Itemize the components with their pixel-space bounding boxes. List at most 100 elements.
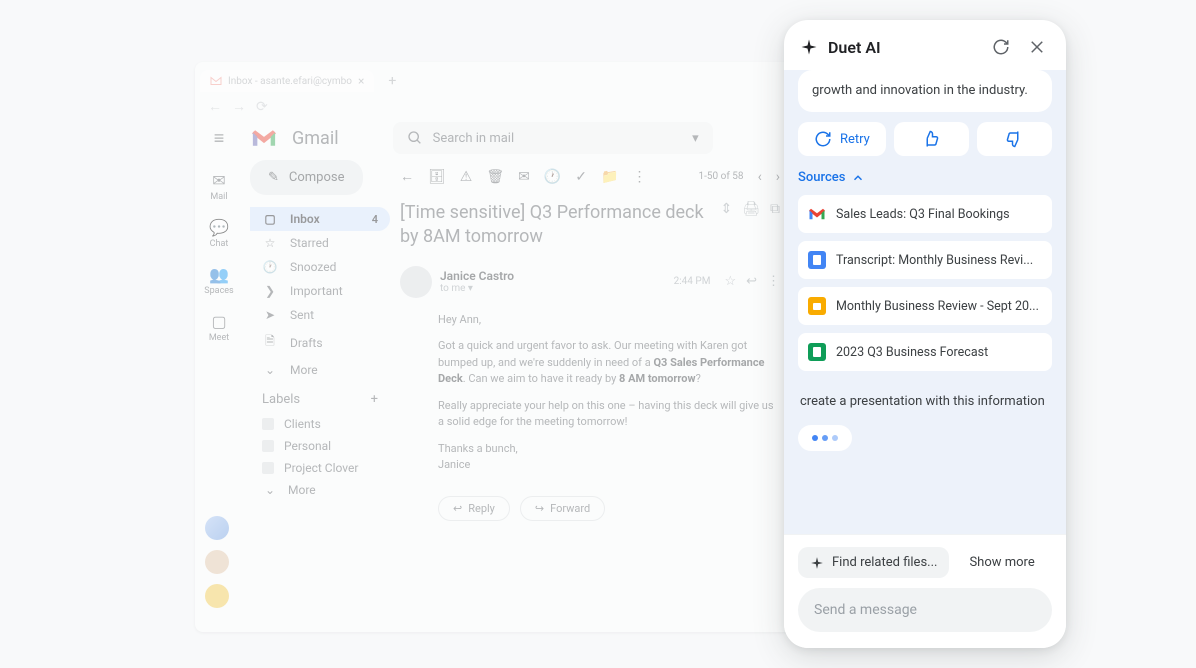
rail-chat[interactable]: 💬 Chat	[195, 212, 243, 255]
sources-list: Sales Leads: Q3 Final Bookings Transcrip…	[798, 195, 1052, 371]
expand-icon[interactable]: ⇕	[720, 201, 732, 217]
app-rail: ≡ ✉ Mail 💬 Chat 👥 Spaces ▢ Meet	[195, 120, 243, 349]
user-message: create a presentation with this informat…	[798, 387, 1052, 425]
sparkle-icon	[810, 556, 824, 570]
spaces-icon: 👥	[209, 265, 229, 284]
clock-icon[interactable]: 🕐	[544, 169, 561, 185]
nav-drafts[interactable]: 🗎 Drafts	[250, 327, 390, 358]
email-body: Hey Ann, Got a quick and urgent favor to…	[400, 304, 780, 474]
nav-starred[interactable]: ☆ Starred	[250, 231, 390, 255]
suggestion-chip[interactable]: Find related files...	[798, 547, 949, 578]
unread-icon[interactable]: ✉	[518, 169, 530, 185]
sent-icon: ➤	[262, 308, 278, 322]
avatar[interactable]	[205, 516, 229, 540]
typing-dot	[812, 435, 818, 441]
star-icon[interactable]: ☆	[724, 274, 736, 289]
slides-icon	[808, 297, 826, 315]
rail-meet[interactable]: ▢ Meet	[195, 306, 243, 349]
label-item[interactable]: Clients	[250, 413, 390, 435]
response-actions: Retry	[798, 122, 1052, 156]
chevron-down-icon: ⌄	[262, 483, 278, 497]
search-options-icon[interactable]: ▾	[692, 131, 699, 146]
add-label-icon[interactable]: +	[371, 392, 378, 407]
nav-inbox[interactable]: ▢ Inbox 4	[250, 207, 390, 231]
inbox-icon: ▢	[262, 212, 278, 226]
label-more[interactable]: ⌄More	[250, 479, 390, 501]
delete-icon[interactable]: 🗑	[486, 169, 504, 185]
label-item[interactable]: Personal	[250, 435, 390, 457]
close-button[interactable]	[1024, 34, 1050, 60]
chat-icon: 💬	[209, 218, 229, 237]
rail-spaces[interactable]: 👥 Spaces	[195, 259, 243, 302]
snooze-icon: 🕐	[262, 260, 278, 274]
typing-indicator	[798, 425, 852, 451]
sheets-icon	[808, 343, 826, 361]
sources-toggle[interactable]: Sources	[798, 170, 1052, 185]
reply-button[interactable]: ↩Reply	[438, 496, 510, 521]
source-item-slides[interactable]: Monthly Business Review - Sept 20...	[798, 287, 1052, 325]
report-icon[interactable]: ⚠	[460, 169, 473, 185]
rail-mail[interactable]: ✉ Mail	[195, 165, 243, 208]
reply-icon: ↩	[453, 502, 462, 515]
label-item[interactable]: Project Clover	[250, 457, 390, 479]
task-icon[interactable]: ✓	[575, 169, 587, 185]
star-icon: ☆	[262, 236, 278, 250]
hamburger-icon[interactable]: ≡	[214, 128, 225, 149]
email-meta: Janice Castro to me ▾ 2:44 PM ☆ ↩ ⋮	[400, 260, 780, 304]
labels-header: Labels +	[250, 382, 390, 413]
more-icon[interactable]: ⋮	[767, 274, 780, 289]
nav-sent[interactable]: ➤ Sent	[250, 303, 390, 327]
forward-button[interactable]: ↪Forward	[520, 496, 605, 521]
sender-name: Janice Castro	[440, 269, 514, 283]
source-item-gmail[interactable]: Sales Leads: Q3 Final Bookings	[798, 195, 1052, 233]
gmail-header: Gmail Search in mail ▾	[250, 122, 713, 154]
back-icon[interactable]: ←	[400, 168, 414, 185]
refresh-button[interactable]	[988, 34, 1014, 60]
important-icon: ❯	[262, 284, 278, 298]
label-swatch	[262, 462, 274, 474]
show-more-chip[interactable]: Show more	[957, 547, 1046, 578]
duet-header: Duet AI	[784, 20, 1066, 70]
message-placeholder: Send a message	[814, 602, 917, 618]
gmail-icon	[808, 205, 826, 223]
gmail-logo-icon	[250, 128, 278, 148]
next-icon[interactable]: ›	[776, 169, 780, 185]
thumbs-down-button[interactable]	[977, 122, 1052, 156]
nav-snoozed[interactable]: 🕐 Snoozed	[250, 255, 390, 279]
refresh-icon	[814, 130, 832, 148]
mail-toolbar: ← 🗄 ⚠ 🗑 ✉ 🕐 ✓ 📁 ⋮ 1-50 of 58 ‹ ›	[400, 162, 780, 197]
source-item-docs[interactable]: Transcript: Monthly Business Revi...	[798, 241, 1052, 279]
reply-row: ↩Reply ↪Forward	[400, 484, 780, 521]
archive-icon[interactable]: 🗄	[428, 169, 446, 185]
sender-to[interactable]: to me ▾	[440, 283, 514, 294]
reply-icon[interactable]: ↩	[746, 274, 757, 289]
ai-response: growth and innovation in the industry.	[798, 70, 1052, 112]
chevron-up-icon	[851, 171, 865, 185]
message-input[interactable]: Send a message	[798, 588, 1052, 632]
prev-icon[interactable]: ‹	[758, 169, 762, 185]
compose-icon: ✎	[268, 170, 279, 185]
nav-important[interactable]: ❯ Important	[250, 279, 390, 303]
avatar[interactable]	[205, 550, 229, 574]
duet-title: Duet AI	[828, 38, 978, 57]
typing-dot	[832, 435, 838, 441]
thumbs-up-button[interactable]	[894, 122, 969, 156]
sender-avatar[interactable]	[400, 266, 432, 298]
duet-conversation: growth and innovation in the industry. R…	[784, 70, 1066, 534]
compose-button[interactable]: ✎ Compose	[250, 160, 363, 195]
duet-ai-panel: Duet AI growth and innovation in the ind…	[784, 20, 1066, 648]
retry-button[interactable]: Retry	[798, 122, 886, 156]
print-icon[interactable]: 🖨	[742, 201, 760, 217]
more-icon[interactable]: ⋮	[632, 169, 646, 185]
nav-more[interactable]: ⌄ More	[250, 358, 390, 382]
source-item-sheets[interactable]: 2023 Q3 Business Forecast	[798, 333, 1052, 371]
popout-icon[interactable]: ⧉	[770, 201, 780, 217]
thumbs-down-icon	[1005, 130, 1023, 148]
drafts-icon: 🗎	[262, 332, 278, 353]
sparkle-icon	[800, 38, 818, 56]
forward-icon: ↪	[535, 502, 544, 515]
avatar[interactable]	[205, 584, 229, 608]
gmail-main: ← 🗄 ⚠ 🗑 ✉ 🕐 ✓ 📁 ⋮ 1-50 of 58 ‹ › ⇕ 🖨 ⧉ […	[400, 162, 780, 521]
move-icon[interactable]: 📁	[601, 169, 618, 185]
search-input[interactable]: Search in mail ▾	[393, 122, 713, 154]
